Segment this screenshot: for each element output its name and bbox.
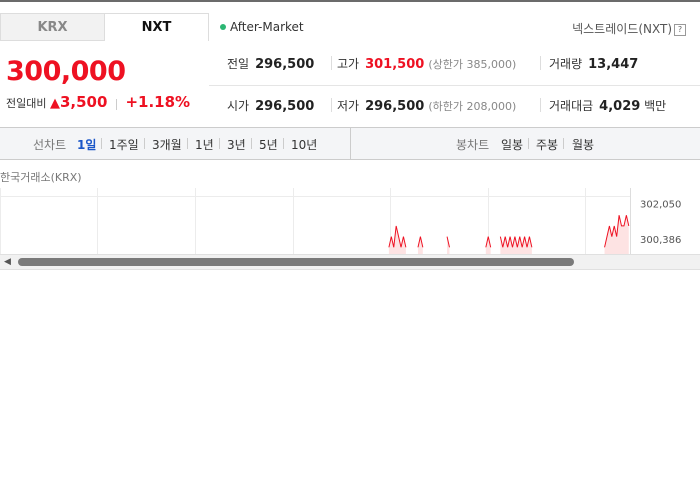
market-tabs: KRX NXT [0,13,210,41]
price-chart[interactable]: 302,050 300,386 [0,188,700,258]
divider [528,138,529,149]
current-price: 300,000 [6,56,126,87]
stat-prev-close: 전일 296,500 [227,55,314,72]
stat-label: 시가 [227,99,250,113]
stat-value: 296,500 [255,99,315,114]
period-1y[interactable]: 1년 [195,136,214,153]
stat-volume: 거래량 13,447 [549,55,638,72]
chart-toolbar: 선차트 1일 1주일 3개월 1년 3년 5년 10년 봉차트 일봉 주봉 월봉 [0,127,700,160]
candle-weekly[interactable]: 주봉 [536,136,558,153]
divider [331,98,332,112]
exchange-label: 한국거래소(KRX) [0,171,82,184]
divider [283,138,284,149]
stat-label: 고가 [337,57,360,71]
stats-row: 전일 296,500 고가 301,500 (상한가 385,000) 거래량 13,4… [209,43,700,86]
stat-value: 296,500 [255,57,315,72]
change-percent: +1.18% [125,93,191,111]
y-tick-label: 302,050 [640,199,681,210]
scrollbar-thumb[interactable] [18,258,574,266]
stat-low: 저가 296,500 (하한가 208,000) [337,97,516,114]
divider [101,138,102,149]
change-divider [115,98,117,110]
stats-grid: 전일 296,500 고가 301,500 (상한가 385,000) 거래량 13,4… [209,43,700,127]
nxt-info-label: 넥스트레이드(NXT) [572,22,672,36]
divider [331,56,332,70]
stat-label: 저가 [337,99,360,113]
period-5y[interactable]: 5년 [259,136,278,153]
after-market-indicator: After-Market [220,20,304,34]
stat-value: 4,029 [599,99,641,114]
change-label: 전일대비 [6,97,47,110]
tab-nxt[interactable]: NXT [104,13,209,41]
stat-high: 고가 301,500 (상한가 385,000) [337,55,516,72]
toolbar-divider [350,128,351,159]
candle-monthly[interactable]: 월봉 [572,136,594,153]
divider [251,138,252,149]
tab-krx[interactable]: KRX [0,13,105,41]
candle-chart-label: 봉차트 [456,138,490,152]
scroll-left-icon[interactable]: ◀ [4,257,11,267]
help-icon[interactable]: ? [674,23,686,36]
period-1w[interactable]: 1주일 [109,136,139,153]
stat-amount: 거래대금 4,029 백만 [549,97,666,114]
upper-limit: (상한가 385,000) [428,58,517,71]
y-tick-label: 300,386 [640,235,681,246]
stat-value: 296,500 [365,99,425,114]
divider [540,98,541,112]
divider [563,138,564,149]
period-3m[interactable]: 3개월 [152,136,182,153]
divider [219,138,220,149]
stat-label: 전일 [227,57,250,71]
change-value: 3,500 [59,93,108,111]
chart-scrollbar[interactable]: ◀ [0,254,700,270]
period-1d[interactable]: 1일 [77,136,96,153]
divider [144,138,145,149]
stats-row: 시가 296,500 저가 296,500 (하한가 208,000) 거래대금 4,0… [209,85,700,127]
stat-open: 시가 296,500 [227,97,314,114]
top-border [0,0,700,2]
stat-value: 13,447 [588,57,639,72]
lower-limit: (하한가 208,000) [428,100,517,113]
divider [540,56,541,70]
nxt-info-link[interactable]: 넥스트레이드(NXT)? [572,20,686,37]
stat-label: 거래량 [549,57,583,71]
stat-unit: 백만 [644,99,667,113]
stat-value: 301,500 [365,57,425,72]
candle-daily[interactable]: 일봉 [501,136,523,153]
price-change: 전일대비 ▲3,500 +1.18% [6,93,190,111]
line-chart-label: 선차트 [33,138,67,152]
status-dot-icon [220,23,226,30]
period-3y[interactable]: 3년 [227,136,246,153]
stat-label: 거래대금 [549,99,594,113]
period-10y[interactable]: 10년 [291,136,317,153]
divider [187,138,188,149]
up-arrow-icon: ▲ [49,96,60,111]
after-market-label: After-Market [230,20,304,34]
